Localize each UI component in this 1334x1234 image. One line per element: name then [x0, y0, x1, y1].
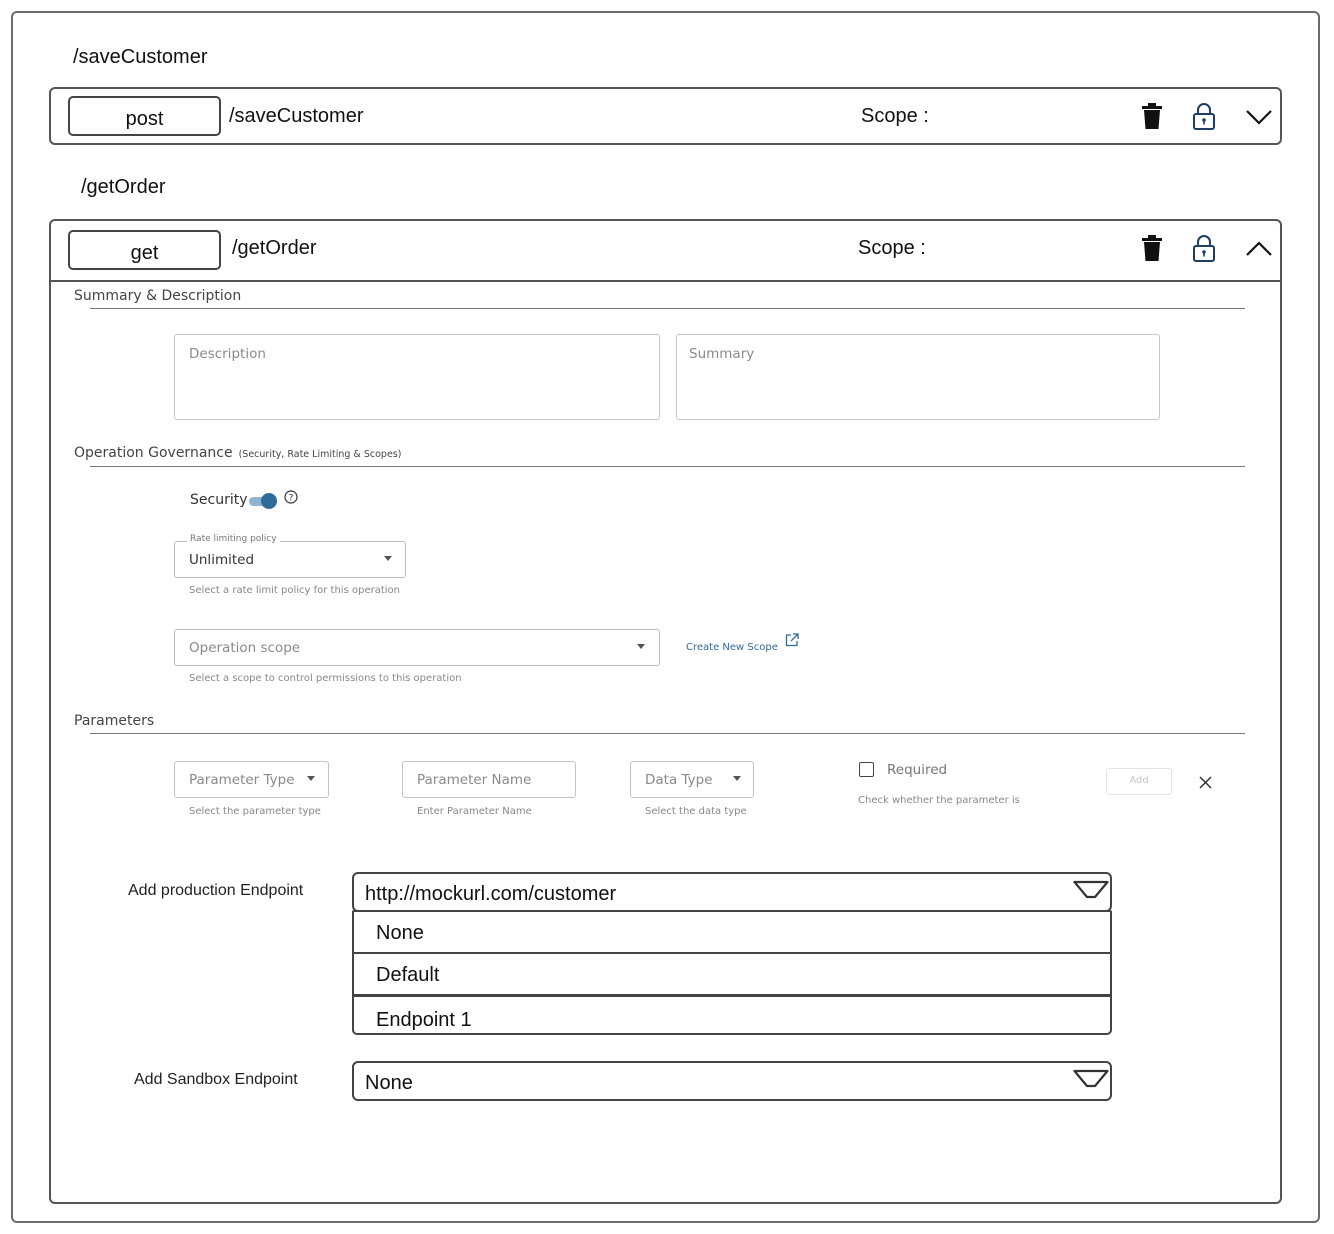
scope-label: Scope :	[858, 237, 926, 259]
operation-path: /saveCustomer	[229, 105, 364, 127]
resource-group-title-getorder: /getOrder	[81, 176, 166, 198]
parameter-name-hint: Enter Parameter Name	[417, 806, 532, 816]
production-endpoint-label: Add production Endpoint	[128, 882, 304, 899]
section-title-parameters: Parameters	[74, 713, 155, 729]
chevron-down-icon	[1073, 879, 1109, 908]
parameter-name-placeholder: Parameter Name	[417, 772, 532, 788]
lock-icon[interactable]	[1193, 102, 1215, 135]
add-button-label: Add	[1129, 775, 1149, 786]
description-placeholder: Description	[189, 346, 266, 362]
description-field[interactable]: Description	[174, 334, 660, 420]
parameter-name-input[interactable]: Parameter Name	[402, 761, 576, 798]
method-badge-post: post	[68, 96, 221, 136]
data-type-placeholder: Data Type	[645, 772, 713, 788]
production-endpoint-value: http://mockurl.com/customer	[365, 883, 617, 905]
dropdown-caret-icon	[637, 644, 645, 649]
trash-icon[interactable]	[1142, 103, 1162, 134]
parameter-type-hint: Select the parameter type	[189, 806, 321, 816]
required-checkbox[interactable]	[859, 762, 874, 777]
scope-label: Scope :	[861, 105, 929, 127]
dropdown-caret-icon	[384, 556, 392, 561]
external-link-icon	[785, 633, 799, 651]
summary-placeholder: Summary	[689, 346, 755, 362]
operation-scope-hint: Select a scope to control permissions to…	[189, 673, 462, 684]
method-badge-get: get	[68, 230, 221, 270]
dropdown-caret-icon	[733, 776, 741, 781]
production-endpoint-dropdown[interactable]: http://mockurl.com/customer	[352, 872, 1112, 912]
parameter-type-placeholder: Parameter Type	[189, 772, 295, 788]
summary-field[interactable]: Summary	[676, 334, 1160, 420]
svg-text:?: ?	[289, 494, 294, 504]
create-new-scope-link[interactable]: Create New Scope	[686, 633, 799, 655]
close-icon[interactable]	[1199, 776, 1212, 794]
chevron-down-icon[interactable]	[1246, 109, 1272, 130]
governance-subtitle: (Security, Rate Limiting & Scopes)	[238, 449, 402, 460]
option-label: Endpoint 1	[376, 1009, 472, 1031]
lock-icon[interactable]	[1193, 234, 1215, 267]
section-title-governance: Operation Governance (Security, Rate Limi…	[74, 445, 401, 461]
help-icon[interactable]: ?	[284, 490, 298, 509]
operation-scope-placeholder: Operation scope	[189, 640, 301, 656]
production-option-none[interactable]: None	[352, 910, 1112, 954]
rate-limit-hint: Select a rate limit policy for this oper…	[189, 585, 400, 596]
rate-limit-select[interactable]: Rate limiting policy Unlimited	[174, 534, 406, 578]
operation-path: /getOrder	[232, 237, 317, 259]
required-label: Required	[887, 762, 948, 778]
rate-limit-label: Rate limiting policy	[187, 534, 280, 544]
data-type-hint: Select the data type	[645, 806, 747, 816]
chevron-down-icon	[1073, 1068, 1109, 1097]
production-option-endpoint-1[interactable]: Endpoint 1	[352, 995, 1112, 1035]
security-label: Security	[190, 492, 248, 508]
data-type-select[interactable]: Data Type	[630, 761, 754, 798]
sandbox-endpoint-dropdown[interactable]: None	[352, 1061, 1112, 1101]
resource-group-title-savecustomer: /saveCustomer	[73, 46, 208, 68]
sandbox-endpoint-value: None	[365, 1072, 413, 1094]
security-toggle[interactable]	[249, 493, 281, 509]
operation-bar-getorder[interactable]: get /getOrder Scope :	[49, 219, 1282, 282]
section-title-summary: Summary & Description	[74, 288, 242, 304]
rate-limit-value: Unlimited	[189, 552, 255, 568]
required-hint: Check whether the parameter is	[858, 795, 1020, 806]
trash-icon[interactable]	[1142, 235, 1162, 266]
parameter-type-select[interactable]: Parameter Type	[174, 761, 329, 798]
sandbox-endpoint-label: Add Sandbox Endpoint	[134, 1071, 298, 1088]
section-divider	[90, 733, 1245, 734]
chevron-up-icon[interactable]	[1246, 241, 1272, 262]
operation-bar-savecustomer[interactable]: post /saveCustomer Scope :	[49, 87, 1282, 145]
option-label: Default	[376, 964, 440, 986]
operation-scope-select[interactable]: Operation scope	[174, 629, 660, 666]
governance-title: Operation Governance	[74, 445, 233, 461]
dropdown-caret-icon	[307, 776, 315, 781]
create-scope-text: Create New Scope	[686, 642, 778, 653]
option-label: None	[376, 922, 424, 944]
section-divider	[90, 466, 1245, 467]
section-divider	[90, 308, 1245, 309]
add-parameter-button[interactable]: Add	[1106, 768, 1172, 795]
production-option-default[interactable]: Default	[352, 952, 1112, 996]
